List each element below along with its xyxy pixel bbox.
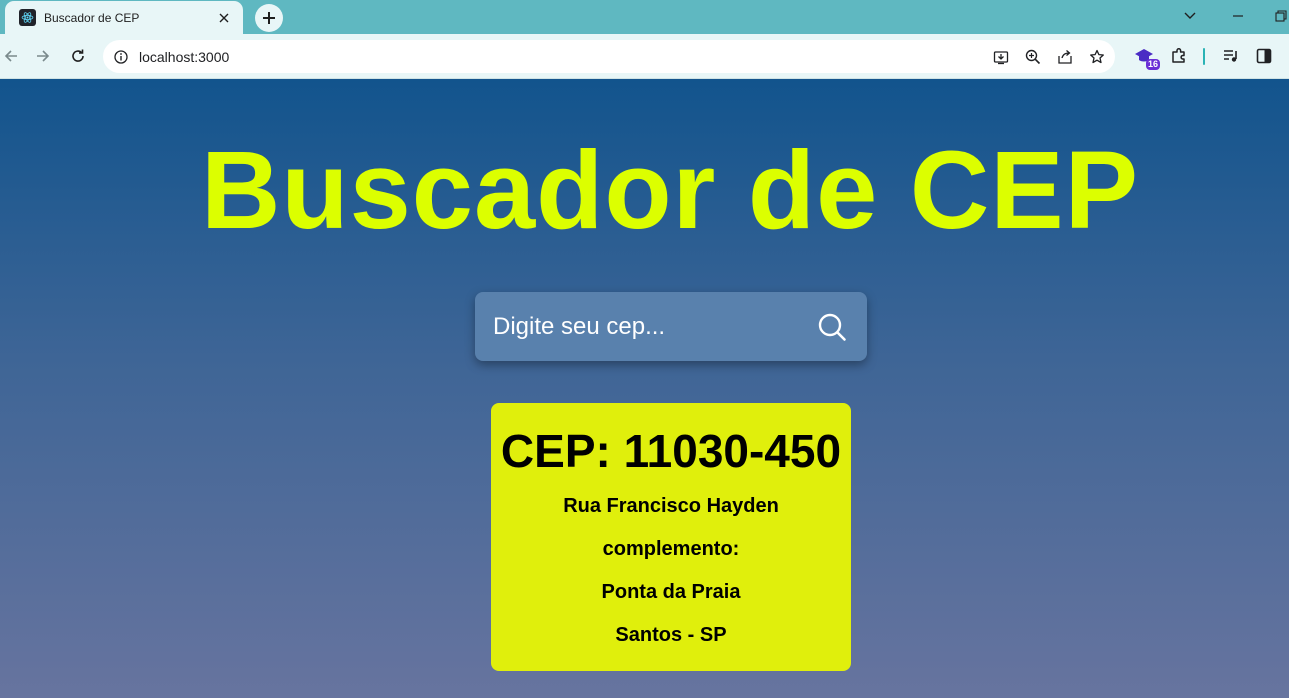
- site-info-icon[interactable]: [113, 49, 129, 65]
- browser-tab-strip: Buscador de CEP: [0, 0, 1289, 34]
- page-viewport: Buscador de CEP CEP: 11030-450 Rua Franc…: [0, 79, 1289, 698]
- close-tab-icon[interactable]: [215, 9, 233, 27]
- search-button[interactable]: [815, 310, 849, 344]
- toolbar-divider: [1203, 48, 1205, 65]
- share-icon[interactable]: [1054, 46, 1075, 67]
- browser-tab[interactable]: Buscador de CEP: [5, 1, 243, 34]
- react-icon: [19, 9, 36, 26]
- install-app-icon[interactable]: [990, 46, 1011, 67]
- restore-icon[interactable]: [1272, 6, 1289, 26]
- cep-result-card: CEP: 11030-450 Rua Francisco Hayden comp…: [491, 403, 851, 671]
- page-title: Buscador de CEP: [200, 129, 1140, 252]
- address-bar[interactable]: localhost:3000: [103, 40, 1115, 73]
- neighborhood-text: Ponta da Praia: [601, 581, 741, 603]
- cep-search-box: [475, 292, 867, 361]
- extensions-puzzle-icon[interactable]: [1167, 44, 1191, 68]
- street-text: Rua Francisco Hayden: [563, 495, 779, 517]
- extension-graduation-cap-icon[interactable]: 16: [1132, 44, 1160, 70]
- side-panel-icon[interactable]: [1252, 44, 1276, 68]
- search-icon: [818, 313, 846, 341]
- minimize-icon[interactable]: [1228, 6, 1248, 26]
- cep-result-title: CEP: 11030-450: [500, 425, 842, 477]
- bookmark-star-icon[interactable]: [1086, 46, 1107, 67]
- reload-icon[interactable]: [67, 45, 89, 67]
- forward-arrow-icon[interactable]: [32, 45, 54, 67]
- browser-toolbar: localhost:3000 16: [0, 34, 1289, 79]
- media-control-icon[interactable]: [1219, 44, 1243, 68]
- city-state-text: Santos - SP: [615, 624, 727, 646]
- tab-search-chevron-icon[interactable]: [1180, 6, 1200, 26]
- back-arrow-icon[interactable]: [0, 45, 22, 67]
- complement-text: complemento:: [602, 538, 740, 560]
- zoom-icon[interactable]: [1022, 46, 1043, 67]
- new-tab-button[interactable]: [255, 4, 283, 32]
- cep-search-input[interactable]: [493, 312, 815, 341]
- extension-badge: 16: [1145, 59, 1160, 70]
- tab-title: Buscador de CEP: [44, 10, 140, 25]
- address-url: localhost:3000: [139, 48, 230, 65]
